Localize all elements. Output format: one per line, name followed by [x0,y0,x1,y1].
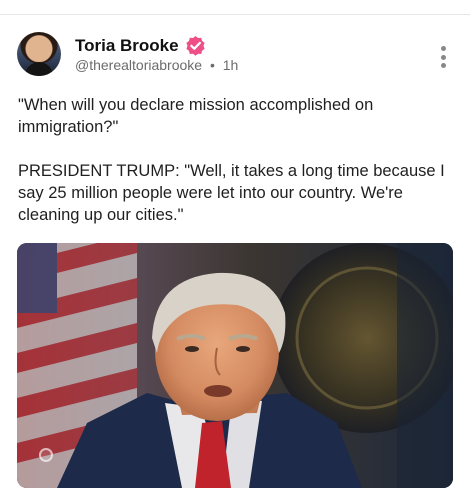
author-handle[interactable]: @therealtoriabrooke [75,57,202,73]
more-vertical-icon[interactable] [440,46,446,68]
post-time: 1h [222,57,239,73]
post-video[interactable] [17,243,453,488]
post-text-paragraph: "When will you declare mission accomplis… [18,96,374,136]
verified-badge-icon [185,35,206,56]
author-handle-row: @therealtoriabrooke • 1h [75,57,238,73]
author-name-row: Toria Brooke [75,35,206,56]
post-text: "When will you declare mission accomplis… [18,94,448,226]
post-card[interactable]: Toria Brooke @therealtoriabrooke • 1h "W… [0,15,470,500]
meta-separator: • [209,57,215,73]
video-frame-image [17,243,453,488]
post-text-paragraph: PRESIDENT TRUMP: "Well, it takes a long … [18,162,445,224]
author-name[interactable]: Toria Brooke [75,36,179,56]
author-avatar[interactable] [17,32,61,76]
video-indicator-icon[interactable] [39,448,53,462]
